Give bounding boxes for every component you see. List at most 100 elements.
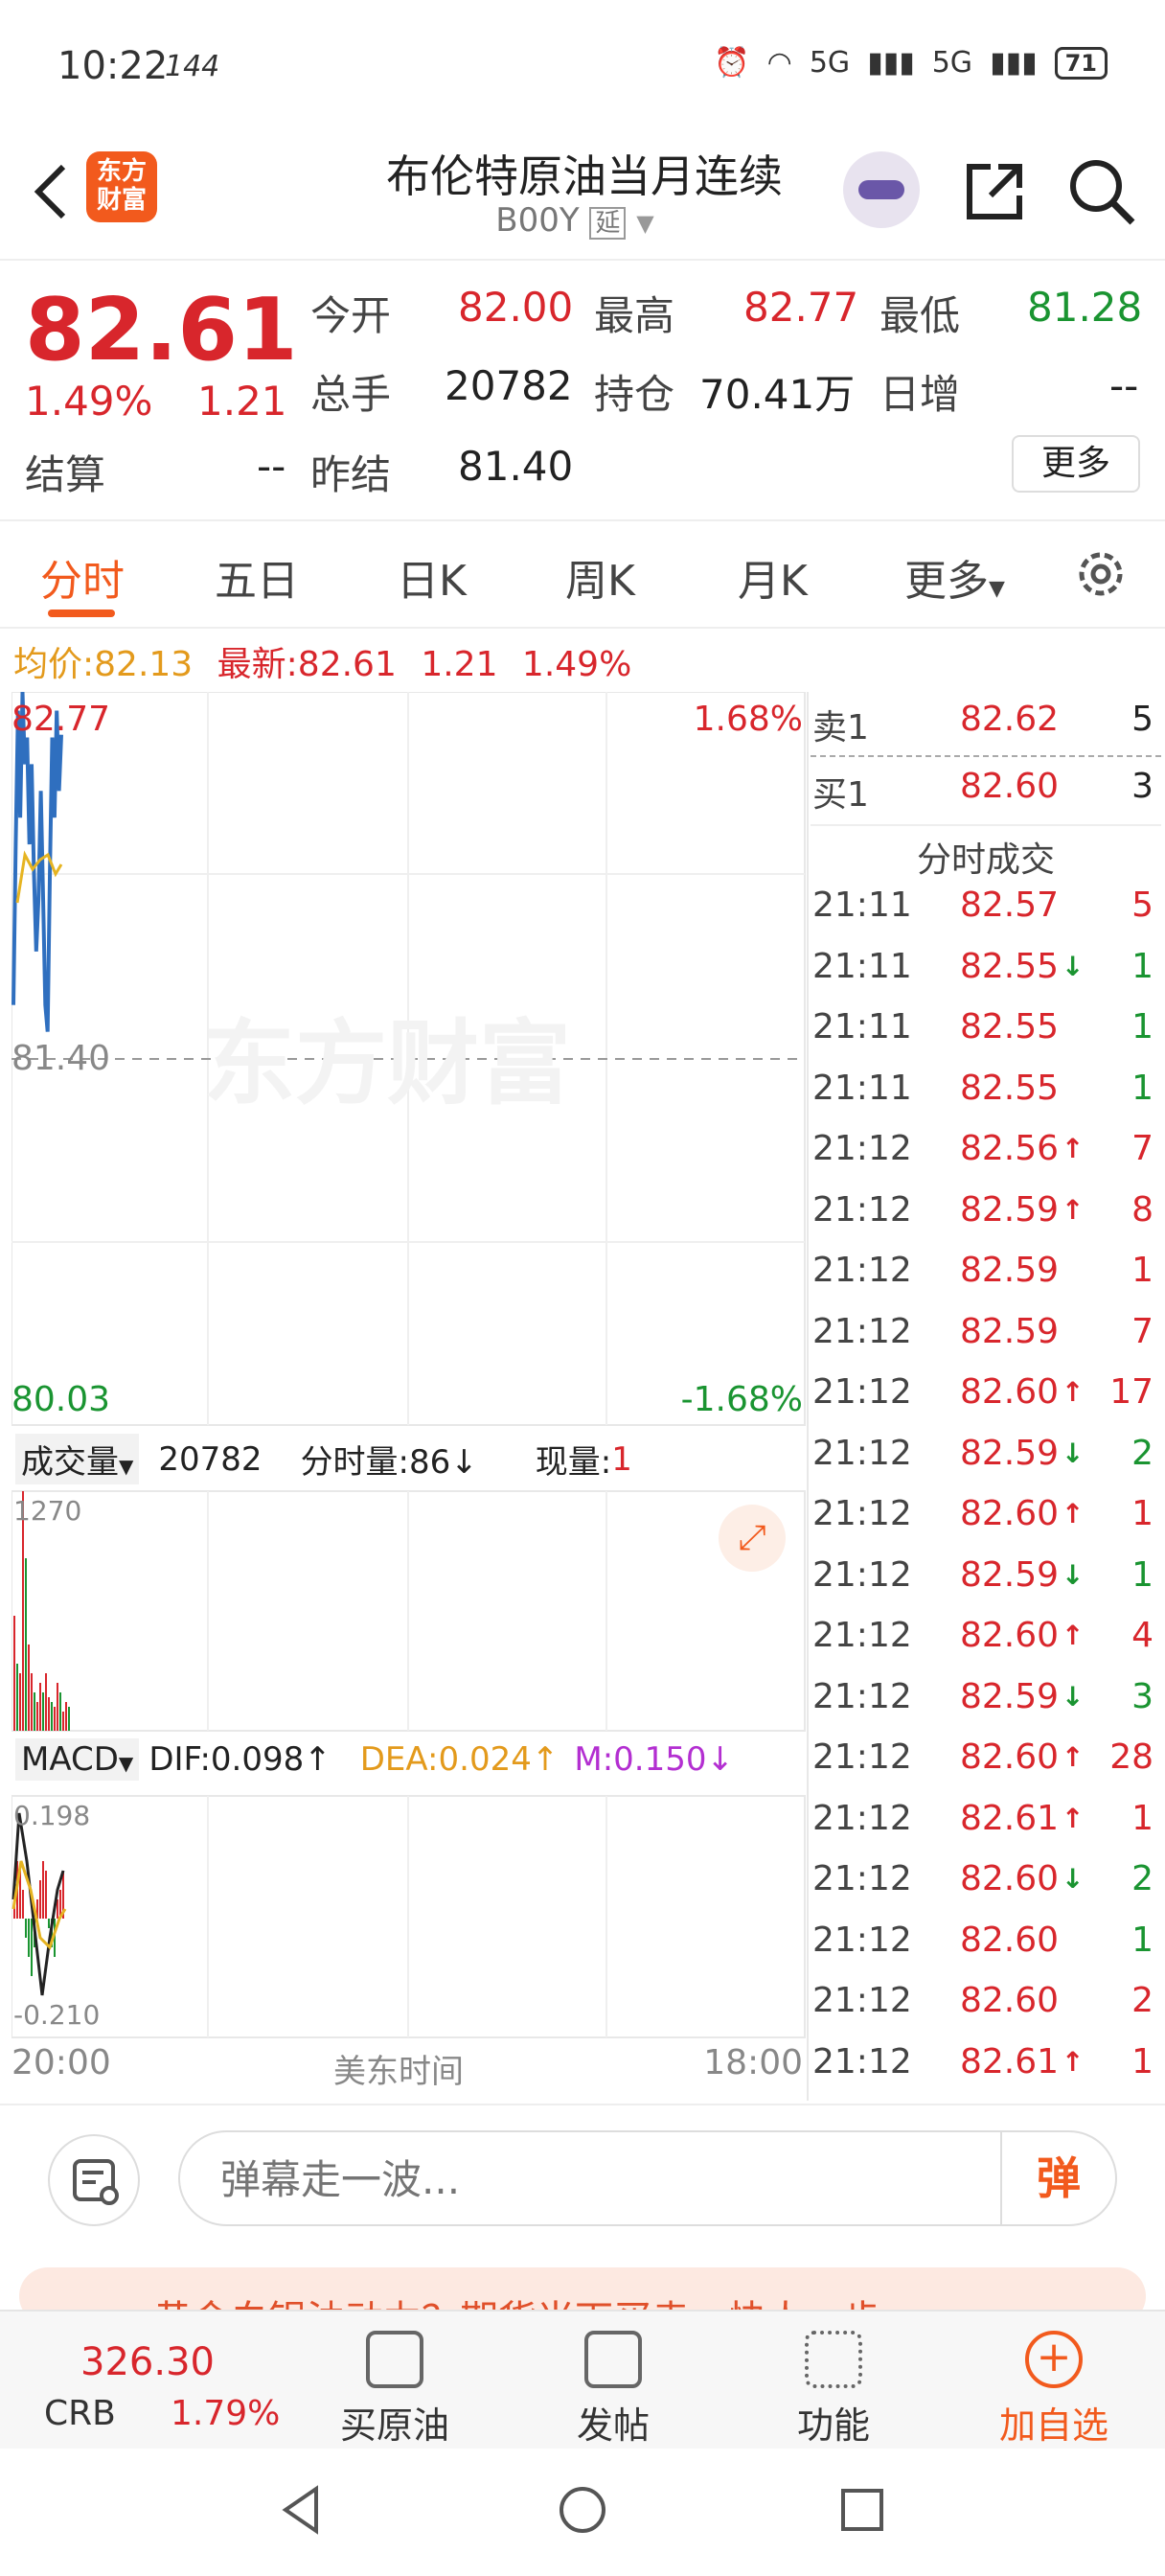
trade-time: 21:12 xyxy=(812,1616,912,1655)
trade-price: 82.59 xyxy=(960,1554,1060,1595)
macd-header: MACD▼ DIF:0.098↑ DEA:0.024↑ M:0.150↓ xyxy=(15,1738,734,1781)
intraday-chart[interactable]: 东方财富 82.77 1.68% 81.40 80.03 -1.68% 成交量▼… xyxy=(11,692,807,2101)
avg-latest-line: 均价:82.13 最新:82.61 1.21 1.49% xyxy=(13,636,631,686)
price-line xyxy=(11,692,63,1032)
oi-label: 持仓 xyxy=(594,371,675,418)
volume-bar xyxy=(34,1692,35,1731)
time-end: 18:00 xyxy=(703,2043,803,2082)
tab-month-k[interactable]: 月K xyxy=(738,546,808,608)
trade-arrow: ↑ xyxy=(1062,2045,1085,2078)
chart-top-price: 82.77 xyxy=(11,700,111,739)
buy-crude-button[interactable]: 买原油 xyxy=(318,2321,471,2449)
dea-arrow: ↑ xyxy=(531,1740,560,1779)
system-nav-bar xyxy=(0,2449,1165,2576)
macd-selector[interactable]: MACD▼ xyxy=(15,1738,140,1781)
trade-price: 82.59 xyxy=(960,1189,1060,1230)
volume-bars xyxy=(13,1491,70,1731)
trade-price: 82.60 xyxy=(960,1859,1060,1898)
trade-time: 21:12 xyxy=(812,1311,912,1351)
danmu-send-button[interactable]: 弹 xyxy=(1000,2132,1115,2224)
nav-recents-icon[interactable] xyxy=(835,2483,889,2537)
latest-pct: 1.49% xyxy=(521,645,632,684)
dif-value-text: DIF:0.098 xyxy=(148,1740,305,1779)
function-button[interactable]: 功能 xyxy=(757,2321,910,2449)
trade-time: 21:12 xyxy=(812,1433,912,1473)
notes-icon xyxy=(73,2159,119,2205)
share-icon[interactable] xyxy=(956,153,1033,230)
time-zone-label: 美东时间 xyxy=(333,2053,464,2091)
trade-volume: 1 xyxy=(1131,1068,1154,1108)
macd-bar xyxy=(45,1871,47,1919)
trade-row: 21:12 82.59 7 xyxy=(811,1312,1161,1369)
daily-inc-value: -- xyxy=(1109,362,1139,409)
tab-more[interactable]: 更多▼ xyxy=(904,546,1005,608)
trade-price: 82.60 xyxy=(960,1372,1060,1412)
notes-button[interactable] xyxy=(48,2134,140,2226)
volume-bar xyxy=(51,1702,53,1731)
daily-inc-label: 日增 xyxy=(879,371,961,418)
edit-icon xyxy=(584,2331,642,2388)
dea-value: DEA:0.024↑ xyxy=(360,1740,560,1779)
volume-bar xyxy=(54,1707,56,1731)
trade-volume: 8 xyxy=(1131,1189,1154,1230)
trade-arrow: ↓ xyxy=(1062,1863,1085,1895)
tab-week-k[interactable]: 周K xyxy=(565,546,635,608)
nav-back-icon[interactable] xyxy=(274,2483,328,2537)
nav-home-icon[interactable] xyxy=(556,2483,609,2537)
crb-index[interactable]: 326.30 CRB 1.79% xyxy=(0,2312,287,2450)
danmu-box: 弹 xyxy=(178,2130,1117,2226)
bottom-toolbar: 326.30 CRB 1.79% 买原油 发帖 功能 + 加自选 xyxy=(0,2310,1165,2450)
post-label: 发帖 xyxy=(576,2404,650,2447)
macd-max: 0.198 xyxy=(13,1800,91,1831)
macd-bar xyxy=(28,1919,30,1957)
trade-volume: 2 xyxy=(1131,1981,1154,2020)
more-button[interactable]: 更多 xyxy=(1012,435,1140,493)
chevron-down-icon: ▼ xyxy=(989,577,1005,601)
tab-day-k[interactable]: 日K xyxy=(397,546,467,608)
assistant-robot-icon[interactable] xyxy=(843,151,920,228)
chart-bottom-pct: -1.68% xyxy=(680,1380,803,1419)
dea-value-text: DEA:0.024 xyxy=(359,1740,532,1779)
macd-bar xyxy=(39,1880,41,1919)
volume-bar xyxy=(57,1683,58,1731)
trade-row: 21:12 82.56 ↑ 7 xyxy=(811,1129,1161,1186)
volume-header: 成交量▼ 20782 分时量:86↓ 现量: 1 xyxy=(15,1434,632,1484)
trade-arrow: ↑ xyxy=(1062,1376,1085,1408)
danmu-input[interactable] xyxy=(218,2155,759,2204)
add-watchlist-label: 加自选 xyxy=(998,2404,1108,2447)
trade-time: 21:12 xyxy=(812,2041,912,2082)
trade-time: 21:12 xyxy=(812,1920,912,1960)
app-logo: 东方财富 xyxy=(86,151,157,222)
tab-underline xyxy=(48,610,115,617)
trade-row: 21:12 82.61 ↑ 1 xyxy=(811,2042,1161,2100)
volume-bar xyxy=(31,1673,33,1731)
trade-row: 21:12 82.59 ↓ 1 xyxy=(811,1555,1161,1613)
signal-icon: ▮▮▮ xyxy=(867,46,915,80)
trade-row: 21:11 82.55 1 xyxy=(811,1007,1161,1065)
macd-selector-label: MACD xyxy=(21,1740,119,1779)
macd-bar xyxy=(42,1861,44,1919)
open-value: 82.00 xyxy=(458,284,574,331)
header: 东方财富 布伦特原油当月连续 B00Y 延 ▼ xyxy=(0,134,1165,261)
avg-value: 82.13 xyxy=(94,645,194,684)
trade-arrow: ↑ xyxy=(1062,1133,1085,1164)
trade-arrow: ↑ xyxy=(1062,1193,1085,1226)
volume-label: 总手 xyxy=(310,371,392,418)
trade-row: 21:12 82.60 2 xyxy=(811,1981,1161,2038)
tab-five-day[interactable]: 五日 xyxy=(215,546,299,608)
contract-code[interactable]: B00Y 延 ▼ xyxy=(402,201,747,240)
settings-gear-icon[interactable] xyxy=(1071,544,1131,604)
trade-row: 21:12 82.59 ↓ 3 xyxy=(811,1677,1161,1735)
volume-bar xyxy=(36,1702,38,1731)
add-watchlist-button[interactable]: + 加自选 xyxy=(977,2321,1131,2449)
back-icon[interactable] xyxy=(23,153,80,230)
volume-selector[interactable]: 成交量▼ xyxy=(15,1434,140,1484)
volume-bar xyxy=(59,1692,61,1731)
trade-time: 21:12 xyxy=(812,1129,912,1168)
trade-time: 21:11 xyxy=(812,886,912,925)
post-button[interactable]: 发帖 xyxy=(537,2321,690,2449)
fenshi-volume: 分时量:86↓ xyxy=(301,1436,478,1483)
expand-icon[interactable]: ⤢ xyxy=(719,1505,786,1572)
search-icon[interactable] xyxy=(1063,153,1140,230)
tab-fenshi[interactable]: 分时 xyxy=(40,546,125,608)
